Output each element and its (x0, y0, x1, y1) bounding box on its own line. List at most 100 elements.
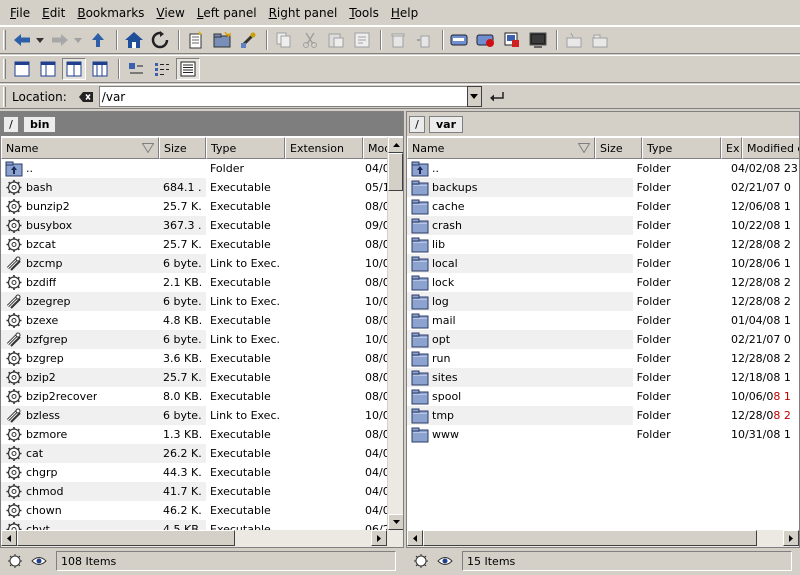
location-input[interactable]: /var (98, 86, 467, 107)
column-header-modified-da[interactable]: Modified da (742, 137, 799, 159)
right-current-crumb[interactable]: var (429, 115, 464, 133)
file-row[interactable]: bzip2 25.7 K... Executable 08/05 (1, 368, 403, 387)
column-header-name[interactable]: Name (1, 137, 159, 159)
left-horizontal-scrollbar[interactable] (1, 530, 403, 547)
one-panel-view-button[interactable] (10, 58, 34, 80)
file-row[interactable]: bzmore 1.3 KB... Executable 08/05 (1, 425, 403, 444)
parent-folder-button[interactable] (86, 29, 110, 51)
copy-button[interactable] (272, 29, 296, 51)
small-icons-view-button[interactable] (150, 58, 174, 80)
folder-row[interactable]: .. Folder 04/02/08 23 (407, 159, 799, 178)
clear-location-icon[interactable] (77, 88, 95, 106)
show-hidden-eye-icon[interactable] (30, 552, 48, 570)
folder-row[interactable]: lib Folder 12/28/08 2 (407, 235, 799, 254)
left-horizontal-scroll-thumb[interactable] (17, 530, 235, 546)
menu-left-panel[interactable]: Left panel (191, 0, 263, 26)
file-row[interactable]: chgrp 44.3 K... Executable 04/04 (1, 463, 403, 482)
terminal-button[interactable] (526, 29, 550, 51)
paste-button[interactable] (324, 29, 348, 51)
new-link-button[interactable] (236, 29, 260, 51)
folder-row[interactable]: local Folder 10/28/06 1 (407, 254, 799, 273)
right-horizontal-scroll-thumb[interactable] (423, 530, 757, 546)
disconnect-button[interactable] (474, 29, 498, 51)
scroll-left-arrow-icon[interactable] (1, 530, 17, 546)
menu-right-panel[interactable]: Right panel (263, 0, 344, 26)
extract-button[interactable] (588, 29, 612, 51)
menu-tools[interactable]: Tools (343, 0, 385, 26)
column-header-type[interactable]: Type (642, 137, 721, 159)
column-header-name[interactable]: Name (407, 137, 595, 159)
folder-row[interactable]: spool Folder 10/06/0 8 1 (407, 387, 799, 406)
folder-row[interactable]: log Folder 12/28/08 2 (407, 292, 799, 311)
new-file-button[interactable] (184, 29, 208, 51)
column-header-size[interactable]: Size (595, 137, 642, 159)
file-row[interactable]: bash 684.1 ... Executable 05/12 (1, 178, 403, 197)
column-header-size[interactable]: Size (159, 137, 206, 159)
delete-button[interactable] (412, 29, 436, 51)
file-row[interactable]: chown 46.2 K... Executable 04/04 (1, 501, 403, 520)
left-panel[interactable]: / bin NameSizeTypeExtensionModif ..Folde… (0, 111, 404, 548)
refresh-button[interactable] (148, 29, 172, 51)
properties-button[interactable] (350, 29, 374, 51)
file-row[interactable]: chmod 41.7 K... Executable 04/04 (1, 482, 403, 501)
menu-view[interactable]: View (150, 0, 190, 26)
folder-row[interactable]: cache Folder 12/06/08 1 (407, 197, 799, 216)
go-to-location-icon[interactable] (488, 88, 506, 106)
tree-two-panels-view-button[interactable] (88, 58, 112, 80)
back-button[interactable] (10, 29, 34, 51)
folder-row[interactable]: lock Folder 12/28/08 2 (407, 273, 799, 292)
file-row[interactable]: bzcmp 6 byte... Link to Exec... 10/06 (1, 254, 403, 273)
bookmark-button[interactable] (500, 29, 524, 51)
tree-panel-view-button[interactable] (36, 58, 60, 80)
forward-button[interactable] (48, 29, 72, 51)
folder-row[interactable]: opt Folder 02/21/07 0 (407, 330, 799, 349)
file-row[interactable]: .. Folder 04/02 (1, 159, 403, 178)
home-button[interactable] (122, 29, 146, 51)
column-header-type[interactable]: Type (206, 137, 285, 159)
file-row[interactable]: bzless 6 byte... Link to Exec... 10/06 (1, 406, 403, 425)
scroll-up-arrow-icon[interactable] (388, 137, 403, 153)
column-header-extension[interactable]: Extension (285, 137, 363, 159)
column-header-ex[interactable]: Ex (721, 137, 742, 159)
location-history-dropdown[interactable] (466, 86, 482, 107)
menu-edit[interactable]: Edit (36, 0, 71, 26)
file-row[interactable]: bzgrep 3.6 KB... Executable 08/05 (1, 349, 403, 368)
file-row[interactable]: bzip2recover 8.0 KB... Executable 08/05 (1, 387, 403, 406)
file-row[interactable]: bzcat 25.7 K... Executable 08/05 (1, 235, 403, 254)
big-icons-view-button[interactable] (124, 58, 148, 80)
file-row[interactable]: bunzip2 25.7 K... Executable 08/05 (1, 197, 403, 216)
menu-help[interactable]: Help (385, 0, 424, 26)
compress-button[interactable] (562, 29, 586, 51)
scroll-right-arrow-icon[interactable] (371, 530, 387, 546)
folder-row[interactable]: backups Folder 02/21/07 0 (407, 178, 799, 197)
left-current-crumb[interactable]: bin (23, 115, 57, 133)
new-folder-button[interactable] (210, 29, 234, 51)
left-vertical-scroll-thumb[interactable] (388, 153, 403, 191)
right-panel[interactable]: / var Name Size Type Ex Modified da .. Folder… (406, 111, 800, 548)
folder-row[interactable]: sites Folder 12/18/08 1 (407, 368, 799, 387)
menu-bookmarks[interactable]: Bookmarks (71, 0, 150, 26)
file-row[interactable]: bzdiff 2.1 KB... Executable 08/05 (1, 273, 403, 292)
scroll-right-arrow-icon[interactable] (783, 530, 799, 546)
left-vertical-scrollbar[interactable] (387, 137, 403, 530)
folder-row[interactable]: run Folder 12/28/08 2 (407, 349, 799, 368)
toolbar-grip[interactable] (3, 59, 6, 79)
right-root-crumb[interactable]: / (409, 115, 425, 133)
filter-icon[interactable] (412, 552, 430, 570)
folder-row[interactable]: mail Folder 01/04/08 1 (407, 311, 799, 330)
folder-row[interactable]: crash Folder 10/22/08 1 (407, 216, 799, 235)
file-row[interactable]: cat 26.2 K... Executable 04/04 (1, 444, 403, 463)
move-to-trash-button[interactable] (386, 29, 410, 51)
scroll-left-arrow-icon[interactable] (407, 530, 423, 546)
filter-icon[interactable] (6, 552, 24, 570)
back-history-dropdown[interactable] (34, 29, 46, 51)
folder-row[interactable]: www Folder 10/31/08 1 (407, 425, 799, 444)
cut-button[interactable] (298, 29, 322, 51)
show-hidden-eye-icon[interactable] (436, 552, 454, 570)
forward-history-dropdown[interactable] (72, 29, 84, 51)
folder-row[interactable]: tmp Folder 12/28/0 8 2 (407, 406, 799, 425)
file-row[interactable]: bzexe 4.8 KB... Executable 08/05 (1, 311, 403, 330)
toolbar-grip[interactable] (3, 86, 6, 107)
connect-button[interactable] (448, 29, 472, 51)
file-row[interactable]: busybox 367.3 ... Executable 09/08 (1, 216, 403, 235)
